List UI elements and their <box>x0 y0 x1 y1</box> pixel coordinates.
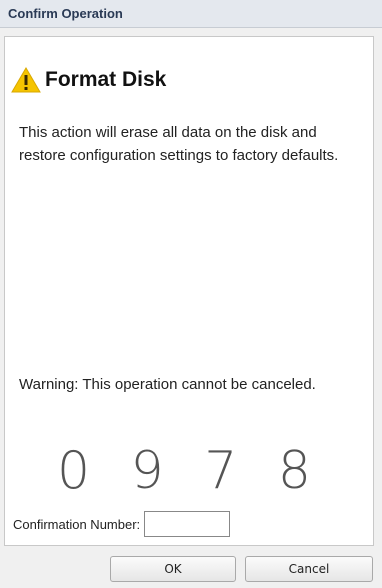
confirmation-label: Confirmation Number: <box>13 516 141 532</box>
confirmation-number-input[interactable] <box>144 511 231 537</box>
dialog-heading: Format Disk <box>45 68 167 91</box>
content-panel: Format Disk This action will erase all d… <box>4 36 374 546</box>
confirmation-code: 0 9 7 8 <box>57 441 323 501</box>
confirmation-row: Confirmation Number: <box>13 511 231 537</box>
warning-message: Warning: This operation cannot be cancel… <box>19 376 316 393</box>
heading-row: Format Disk <box>11 65 166 95</box>
dialog-title: Confirm Operation <box>8 6 123 21</box>
cancel-button[interactable]: Cancel <box>245 556 373 582</box>
ok-button[interactable]: OK <box>110 556 236 582</box>
description-text: This action will erase all data on the d… <box>19 124 339 164</box>
confirm-operation-dialog: Confirm Operation Format Disk This actio… <box>0 0 382 588</box>
warning-triangle-icon <box>11 66 41 94</box>
title-bar: Confirm Operation <box>0 0 382 28</box>
